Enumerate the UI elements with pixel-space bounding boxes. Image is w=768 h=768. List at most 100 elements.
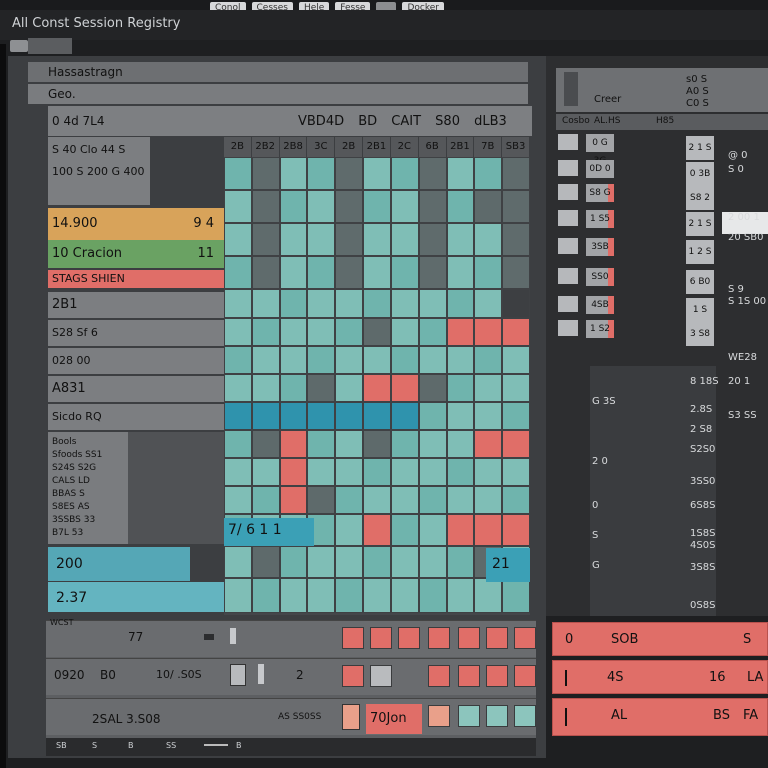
grid-cell[interactable] — [224, 486, 252, 514]
grid-cell[interactable] — [335, 157, 364, 190]
slider-handle[interactable] — [230, 628, 236, 644]
action-button[interactable] — [370, 627, 392, 649]
grid-cell[interactable] — [474, 458, 503, 486]
column-header[interactable]: 7B — [474, 137, 503, 157]
grid-cell[interactable] — [474, 223, 503, 256]
grid-cell[interactable] — [474, 514, 503, 546]
status-item[interactable]: B — [128, 741, 134, 750]
grid-cell[interactable] — [307, 374, 336, 402]
grid-cell[interactable] — [474, 256, 503, 289]
grid-cell[interactable] — [502, 346, 530, 374]
grid-cell[interactable] — [224, 430, 252, 458]
grid-cell[interactable] — [390, 514, 419, 546]
row-icon[interactable] — [558, 210, 578, 226]
grid-cell[interactable] — [502, 458, 530, 486]
status-item[interactable]: SS — [166, 741, 176, 750]
grid-cell[interactable] — [474, 374, 503, 402]
grid-cell[interactable] — [307, 256, 336, 289]
minus-icon[interactable] — [204, 634, 214, 640]
action-button[interactable] — [428, 665, 450, 687]
row-value-b[interactable]: 0 3B — [686, 162, 714, 186]
column-header[interactable]: 2B2 — [251, 137, 280, 157]
grid-cell[interactable] — [446, 486, 475, 514]
grid-cell[interactable] — [502, 578, 530, 613]
row-icon[interactable] — [558, 160, 578, 176]
grid-cell[interactable] — [418, 190, 447, 223]
grid-cell[interactable] — [307, 190, 336, 223]
grid-cell[interactable] — [390, 318, 419, 346]
grid-cell[interactable] — [363, 318, 391, 346]
row-icon[interactable] — [558, 320, 578, 336]
grid-cell[interactable] — [446, 346, 475, 374]
grid-cell[interactable] — [474, 289, 503, 318]
grid-cell[interactable] — [279, 190, 308, 223]
left-row[interactable]: 2B1 — [48, 292, 224, 318]
action-button[interactable] — [514, 705, 536, 727]
action-button[interactable] — [486, 705, 508, 727]
grid-cell[interactable] — [390, 402, 419, 430]
grid-cell[interactable] — [390, 223, 419, 256]
app-icon[interactable] — [10, 40, 28, 52]
row-value[interactable]: S8 G — [586, 184, 614, 202]
action-button[interactable] — [458, 705, 480, 727]
grid-cell[interactable] — [307, 318, 336, 346]
grid-cell[interactable] — [474, 402, 503, 430]
grid-cell[interactable] — [251, 458, 280, 486]
row-value-b[interactable]: 6 B0 — [686, 270, 714, 294]
grid-cell[interactable] — [279, 223, 308, 256]
grid-cell[interactable] — [390, 546, 419, 578]
action-button[interactable] — [486, 665, 508, 687]
grid-cell[interactable] — [251, 223, 280, 256]
grid-cell[interactable] — [502, 374, 530, 402]
row-value[interactable]: 4SB — [586, 296, 614, 314]
action-button[interactable] — [342, 627, 364, 649]
grid-cell[interactable] — [474, 578, 503, 613]
tab[interactable]: AL.HS — [594, 116, 621, 126]
grid-cell[interactable] — [335, 430, 364, 458]
column-header[interactable]: 2B1 — [363, 137, 391, 157]
grid-cell[interactable] — [363, 578, 391, 613]
action-button[interactable] — [398, 627, 420, 649]
grid-cell[interactable] — [251, 289, 280, 318]
grid-cell[interactable] — [390, 430, 419, 458]
action-button[interactable] — [428, 627, 450, 649]
grid-cell[interactable] — [307, 402, 336, 430]
summary-card[interactable]: 4S 16 LA — [552, 660, 768, 694]
grid-cell[interactable] — [224, 578, 252, 613]
action-button[interactable] — [486, 627, 508, 649]
grid-cell[interactable] — [335, 402, 364, 430]
grid-cell[interactable] — [418, 578, 447, 613]
action-button[interactable] — [458, 665, 480, 687]
slider-handle[interactable] — [258, 664, 264, 684]
grid-cell[interactable] — [363, 346, 391, 374]
column-header[interactable]: 6B — [418, 137, 447, 157]
grid-cell[interactable] — [446, 458, 475, 486]
action-button[interactable] — [428, 705, 450, 727]
grid-cell[interactable] — [224, 458, 252, 486]
tab[interactable]: Cosbo — [562, 116, 590, 126]
action-button[interactable] — [514, 665, 536, 687]
row-value[interactable]: 1 S2 — [586, 320, 614, 338]
grid-cell[interactable] — [224, 374, 252, 402]
row-value-b[interactable]: 1 2 S — [686, 240, 714, 264]
action-button[interactable] — [458, 627, 480, 649]
grid-cell[interactable] — [335, 289, 364, 318]
grid-cell[interactable] — [307, 546, 336, 578]
summary-card[interactable]: 0 SOB S — [552, 622, 768, 656]
grid-cell[interactable] — [307, 458, 336, 486]
grid-cell[interactable] — [418, 402, 447, 430]
grid-cell[interactable] — [335, 578, 364, 613]
grid-cell[interactable] — [446, 430, 475, 458]
row-value[interactable]: 1 S5 — [586, 210, 614, 228]
grid-cell[interactable] — [224, 546, 252, 578]
grid-cell[interactable] — [363, 190, 391, 223]
grid-cell[interactable] — [307, 346, 336, 374]
grid-cell[interactable] — [224, 157, 252, 190]
row-value-b[interactable]: 2 1 S — [686, 136, 714, 160]
grid-cell[interactable] — [251, 546, 280, 578]
left-row[interactable] — [48, 181, 150, 205]
grid-cell[interactable] — [390, 157, 419, 190]
grid-cell[interactable] — [335, 223, 364, 256]
left-row[interactable]: 028 00 — [48, 348, 224, 374]
grid-cell[interactable] — [279, 546, 308, 578]
